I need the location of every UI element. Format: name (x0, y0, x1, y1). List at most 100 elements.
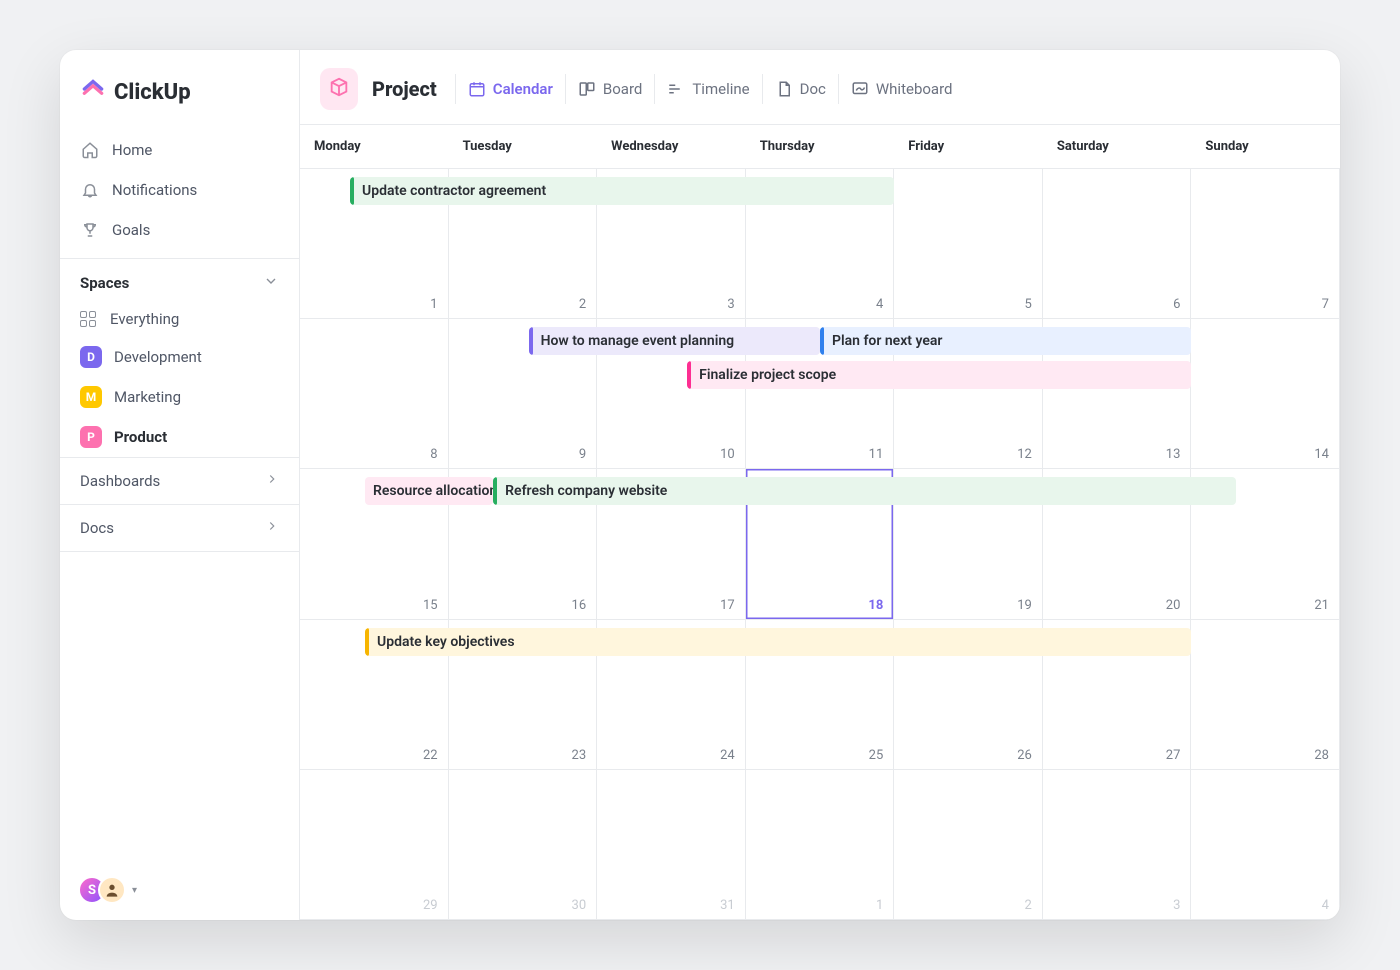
view-tab-label: Whiteboard (876, 80, 953, 98)
calendar-event[interactable]: How to manage event planning (529, 327, 820, 355)
nav-label: Goals (112, 221, 150, 239)
view-tab-whiteboard[interactable]: Whiteboard (838, 74, 965, 104)
calendar-week-row: 15161718192021Resource allocationRefresh… (300, 469, 1340, 619)
calendar-day-cell[interactable]: 4 (1191, 770, 1340, 919)
nav-goals[interactable]: Goals (60, 210, 299, 250)
space-label: Development (114, 348, 202, 366)
chevron-right-icon (265, 472, 279, 490)
calendar-day-cell[interactable]: 1 (746, 770, 895, 919)
main-content: Project CalendarBoardTimelineDocWhiteboa… (300, 50, 1340, 920)
avatar-teammate (98, 876, 126, 904)
chevron-down-icon (263, 273, 279, 293)
clickup-logo-icon (80, 76, 106, 108)
view-tab-label: Timeline (692, 80, 749, 98)
bell-icon (80, 180, 100, 200)
calendar-day-cell[interactable]: 3 (1043, 770, 1192, 919)
home-icon (80, 140, 100, 160)
calendar-day-cell[interactable]: 5 (894, 169, 1043, 318)
calendar-day-cell[interactable]: 29 (300, 770, 449, 919)
view-tab-calendar[interactable]: Calendar (455, 74, 565, 104)
calendar-day-cell[interactable]: 14 (1191, 319, 1340, 468)
weekday-header: Saturday (1043, 125, 1192, 168)
weekday-header: Thursday (746, 125, 895, 168)
calendar-day-cell[interactable]: 2 (894, 770, 1043, 919)
calendar-day-cell[interactable]: 6 (1043, 169, 1192, 318)
calendar-day-cell[interactable]: 7 (1191, 169, 1340, 318)
nav-home[interactable]: Home (60, 130, 299, 170)
calendar-event[interactable]: Update key objectives (365, 628, 1191, 656)
space-badge: D (80, 346, 102, 368)
calendar-event[interactable]: Resource allocation (365, 477, 493, 505)
caret-down-icon: ▾ (132, 885, 137, 896)
date-number: 19 (1017, 598, 1032, 613)
space-item-product[interactable]: P Product (60, 417, 299, 457)
calendar-week-row: 22232425262728Update key objectives (300, 620, 1340, 770)
date-number: 9 (579, 447, 586, 462)
date-number: 8 (430, 447, 437, 462)
date-number: 12 (1017, 447, 1032, 462)
date-number: 29 (423, 898, 438, 913)
view-tab-label: Board (603, 80, 642, 98)
date-number: 13 (1166, 447, 1181, 462)
events-layer: Resource allocationRefresh company websi… (300, 477, 1340, 505)
spaces-section-header[interactable]: Spaces (60, 258, 299, 301)
project-icon-pill[interactable] (320, 68, 358, 110)
space-everything[interactable]: Everything (60, 301, 299, 337)
sidebar-user-cluster[interactable]: S ▾ (60, 860, 299, 920)
event-title: How to manage event planning (541, 333, 735, 349)
brand-logo[interactable]: ClickUp (60, 68, 299, 130)
dashboards-label: Dashboards (80, 472, 160, 490)
space-item-development[interactable]: D Development (60, 337, 299, 377)
space-label: Marketing (114, 388, 181, 406)
date-number: 4 (876, 297, 883, 312)
view-tab-label: Calendar (493, 80, 553, 98)
calendar-week-row: 8 9 10 11 12 13 14 How to manage event planning… (300, 319, 1340, 469)
nav-label: Home (112, 141, 152, 159)
sidebar: ClickUp Home Notifications Goals Spaces (60, 50, 300, 920)
trophy-icon (80, 220, 100, 240)
calendar-icon (468, 80, 486, 98)
view-tab-timeline[interactable]: Timeline (654, 74, 761, 104)
event-color-bar (493, 477, 497, 505)
date-number: 10 (720, 447, 735, 462)
nav-notifications[interactable]: Notifications (60, 170, 299, 210)
date-number: 14 (1314, 447, 1329, 462)
calendar-day-cell[interactable]: 30 (449, 770, 598, 919)
date-number: 20 (1166, 598, 1181, 613)
date-number: 1 (430, 297, 437, 312)
date-number: 1 (876, 898, 883, 913)
brand-name: ClickUp (114, 80, 191, 105)
date-number: 3 (1173, 898, 1180, 913)
calendar-event[interactable]: Refresh company website (493, 477, 1236, 505)
app-window: ClickUp Home Notifications Goals Spaces (60, 50, 1340, 920)
calendar-day-cell[interactable]: 8 (300, 319, 449, 468)
event-color-bar (820, 327, 824, 355)
weekday-header-row: MondayTuesdayWednesdayThursdayFridaySatu… (300, 125, 1340, 169)
date-number: 2 (1025, 898, 1032, 913)
view-tab-doc[interactable]: Doc (762, 74, 838, 104)
calendar-day-cell[interactable]: 31 (597, 770, 746, 919)
docs-section[interactable]: Docs (60, 504, 299, 552)
space-badge: P (80, 426, 102, 448)
spaces-title: Spaces (80, 274, 129, 292)
date-number: 11 (869, 447, 884, 462)
date-number: 15 (423, 598, 438, 613)
chevron-right-icon (265, 519, 279, 537)
whiteboard-icon (851, 80, 869, 98)
event-title: Resource allocation (373, 483, 493, 499)
docs-label: Docs (80, 519, 114, 537)
calendar-day-cell[interactable]: 28 (1191, 620, 1340, 769)
date-number: 21 (1314, 598, 1329, 613)
calendar-event[interactable]: Update contractor agreement (350, 177, 894, 205)
view-tab-board[interactable]: Board (565, 74, 654, 104)
events-layer: Update key objectives (300, 628, 1340, 656)
space-item-marketing[interactable]: MMarketing (60, 377, 299, 417)
calendar-event[interactable]: Plan for next year (820, 327, 1191, 355)
grid-icon (80, 311, 98, 327)
event-title: Update key objectives (377, 634, 515, 650)
dashboards-section[interactable]: Dashboards (60, 457, 299, 504)
event-title: Plan for next year (832, 333, 942, 349)
nav-label: Notifications (112, 181, 197, 199)
space-label: Product (114, 428, 167, 446)
calendar-event[interactable]: Finalize project scope (687, 361, 1191, 389)
